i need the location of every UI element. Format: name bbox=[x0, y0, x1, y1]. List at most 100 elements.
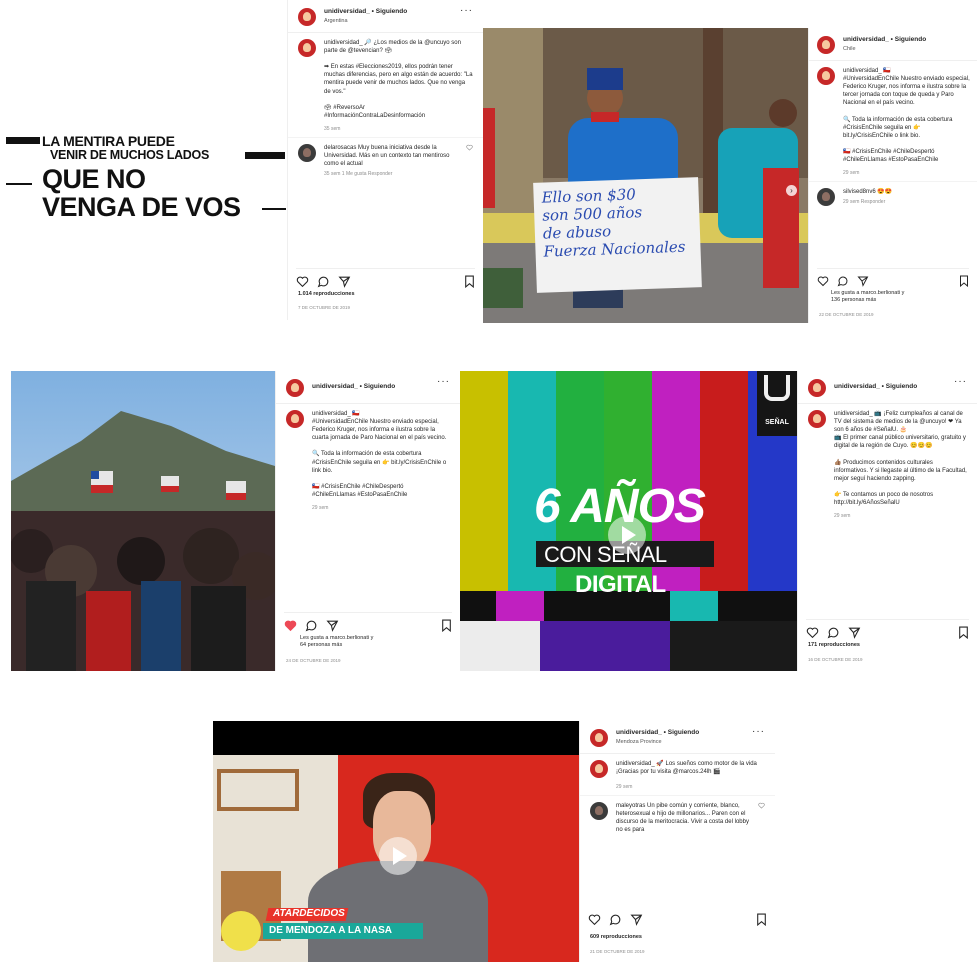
post5-header: unidiversidad_ • Siguiendo Mendoza Provi… bbox=[580, 721, 775, 754]
action-bar bbox=[806, 619, 969, 639]
post2-header: unidiversidad_ • Siguiendo Chile bbox=[809, 28, 977, 61]
commenter-avatar[interactable] bbox=[298, 143, 316, 162]
comment: maleyotras Un pibe común y corriente, bl… bbox=[580, 794, 775, 834]
color-strip-2 bbox=[496, 591, 544, 621]
share-icon[interactable] bbox=[857, 275, 869, 287]
caption-avatar[interactable] bbox=[590, 760, 608, 778]
senal-logo-u bbox=[764, 375, 790, 401]
play-button-icon[interactable] bbox=[608, 516, 646, 554]
poster-bar-right bbox=[245, 152, 285, 159]
comment: delarosacas Muy buena iniciativa desde l… bbox=[288, 136, 483, 178]
like-icon[interactable] bbox=[588, 913, 601, 926]
comment-text: silvised8nv6 😍😍 bbox=[843, 188, 893, 195]
share-icon[interactable] bbox=[326, 619, 339, 632]
banner-top: ATARDECIDOS bbox=[273, 908, 345, 919]
post-date: 21 DE OCTUBRE DE 2019 bbox=[590, 949, 645, 954]
comment-icon[interactable] bbox=[317, 275, 330, 288]
location[interactable]: Mendoza Province bbox=[616, 739, 699, 746]
poster-dash-left bbox=[6, 183, 32, 185]
views-count[interactable]: 171 reproducciones bbox=[808, 642, 860, 649]
caption-avatar[interactable] bbox=[298, 39, 316, 57]
bookmark-icon[interactable] bbox=[441, 619, 452, 632]
location[interactable]: Chile bbox=[843, 46, 926, 53]
post1-media-poster[interactable]: LA MENTIRA PUEDE VENIR DE MUCHOS LADOS Q… bbox=[0, 0, 287, 320]
comment-icon[interactable] bbox=[609, 913, 622, 926]
username[interactable]: unidiversidad_ • Siguiendo bbox=[843, 36, 926, 45]
action-bar bbox=[284, 612, 452, 632]
post2-media-photo[interactable]: Ello son $30 son 500 años de abuso Fuerz… bbox=[483, 28, 808, 323]
poster-dash-right bbox=[262, 208, 286, 210]
like-icon[interactable] bbox=[806, 626, 819, 639]
commenter-avatar[interactable] bbox=[590, 801, 608, 820]
comment-icon[interactable] bbox=[827, 626, 840, 639]
color-bar-1 bbox=[460, 371, 508, 591]
post2-panel: unidiversidad_ • Siguiendo Chile unidive… bbox=[808, 28, 977, 323]
post1-panel: unidiversidad_ • Siguiendo Argentina ···… bbox=[287, 0, 483, 320]
profile-avatar[interactable] bbox=[298, 8, 316, 26]
crowd-photo bbox=[11, 371, 275, 671]
banner-bottom: DE MENDOZA A LA NASA bbox=[269, 925, 392, 936]
username[interactable]: unidiversidad_ • Siguiendo bbox=[312, 383, 395, 392]
comment-like-icon[interactable] bbox=[758, 802, 765, 834]
post3-media-photo[interactable] bbox=[11, 371, 275, 671]
username[interactable]: unidiversidad_ • Siguiendo bbox=[324, 8, 407, 17]
poster-bar-left bbox=[6, 137, 40, 144]
more-options-icon[interactable]: ··· bbox=[954, 377, 967, 387]
comment-icon[interactable] bbox=[837, 275, 849, 287]
post-date: 24 DE OCTUBRE DE 2019 bbox=[286, 658, 341, 663]
views-count[interactable]: 1.014 reproducciones bbox=[298, 291, 355, 298]
bookmark-icon[interactable] bbox=[958, 626, 969, 639]
carousel-next-icon[interactable]: › bbox=[786, 185, 797, 196]
location[interactable]: Argentina bbox=[324, 18, 407, 25]
likes-summary[interactable]: Les gusta a marco.berlionati y 136 perso… bbox=[831, 290, 904, 305]
post-date: 7 DE OCTUBRE DE 2019 bbox=[298, 305, 351, 310]
share-icon[interactable] bbox=[338, 275, 351, 288]
comment-meta: 29 sem Responder bbox=[843, 198, 886, 205]
username[interactable]: unidiversidad_ • Siguiendo bbox=[616, 729, 699, 738]
comment-text: maleyotras Un pibe común y corriente, bl… bbox=[616, 802, 749, 834]
caption-time: 29 sem bbox=[312, 505, 329, 512]
caption-avatar[interactable] bbox=[808, 410, 826, 428]
share-icon[interactable] bbox=[848, 626, 861, 639]
like-icon[interactable] bbox=[817, 275, 829, 287]
caption: unidiversidad_ 📺 ¡Feliz cumpleaños al ca… bbox=[798, 404, 977, 507]
comment-icon[interactable] bbox=[305, 619, 318, 632]
like-icon-filled[interactable] bbox=[284, 619, 297, 632]
comment: silvised8nv6 😍😍 29 sem Responder bbox=[809, 180, 977, 206]
bookmark-icon[interactable] bbox=[756, 913, 767, 926]
action-bar bbox=[588, 907, 767, 926]
views-count[interactable]: 609 reproducciones bbox=[590, 934, 642, 941]
profile-avatar[interactable] bbox=[808, 379, 826, 397]
more-options-icon[interactable]: ··· bbox=[460, 6, 473, 16]
post3-header: unidiversidad_ • Siguiendo ··· bbox=[276, 371, 460, 404]
post-date: 22 DE OCTUBRE DE 2019 bbox=[819, 312, 874, 317]
username[interactable]: unidiversidad_ • Siguiendo bbox=[834, 383, 917, 392]
caption-text: unidiversidad_ 🇨🇱 #UniversidadEnChile Nu… bbox=[312, 411, 447, 498]
post5-media-video[interactable]: ATARDECIDOS DE MENDOZA A LA NASA bbox=[213, 721, 579, 962]
like-icon[interactable] bbox=[296, 275, 309, 288]
profile-avatar[interactable] bbox=[286, 379, 304, 397]
senal-logo: SEÑAL bbox=[757, 371, 797, 436]
overlay-mid: CON SEÑAL bbox=[544, 542, 667, 567]
share-icon[interactable] bbox=[630, 913, 643, 926]
bookmark-icon[interactable] bbox=[959, 275, 969, 287]
profile-avatar[interactable] bbox=[817, 36, 835, 54]
commenter-avatar[interactable] bbox=[817, 187, 835, 206]
post4-media-video[interactable]: SEÑAL 6 AÑOS CON SEÑAL DIGITAL bbox=[460, 371, 797, 671]
poster-line1: LA MENTIRA PUEDE bbox=[42, 133, 175, 149]
caption-avatar[interactable] bbox=[286, 410, 304, 428]
likes-summary[interactable]: Les gusta a marco.berlionati y 64 person… bbox=[300, 635, 373, 650]
comment-like-icon[interactable] bbox=[466, 144, 473, 178]
bookmark-icon[interactable] bbox=[464, 275, 475, 288]
profile-avatar[interactable] bbox=[590, 729, 608, 747]
caption-text: unidiversidad_ 🔎 ¿Los medios de la @uncu… bbox=[324, 40, 473, 119]
studio-shelf bbox=[217, 769, 299, 811]
more-options-icon[interactable]: ··· bbox=[752, 727, 765, 737]
caption-text: unidiversidad_ 📺 ¡Feliz cumpleaños al ca… bbox=[834, 411, 967, 507]
play-button-icon[interactable] bbox=[379, 837, 417, 875]
post3-panel: unidiversidad_ • Siguiendo ··· unidivers… bbox=[275, 371, 460, 671]
caption-avatar[interactable] bbox=[817, 67, 835, 85]
more-options-icon[interactable]: ··· bbox=[437, 377, 450, 387]
protest-sign: Ello son $30 son 500 años de abuso Fuerz… bbox=[533, 177, 702, 293]
caption: unidiversidad_ 🇨🇱 #UniversidadEnChile Nu… bbox=[276, 404, 460, 499]
